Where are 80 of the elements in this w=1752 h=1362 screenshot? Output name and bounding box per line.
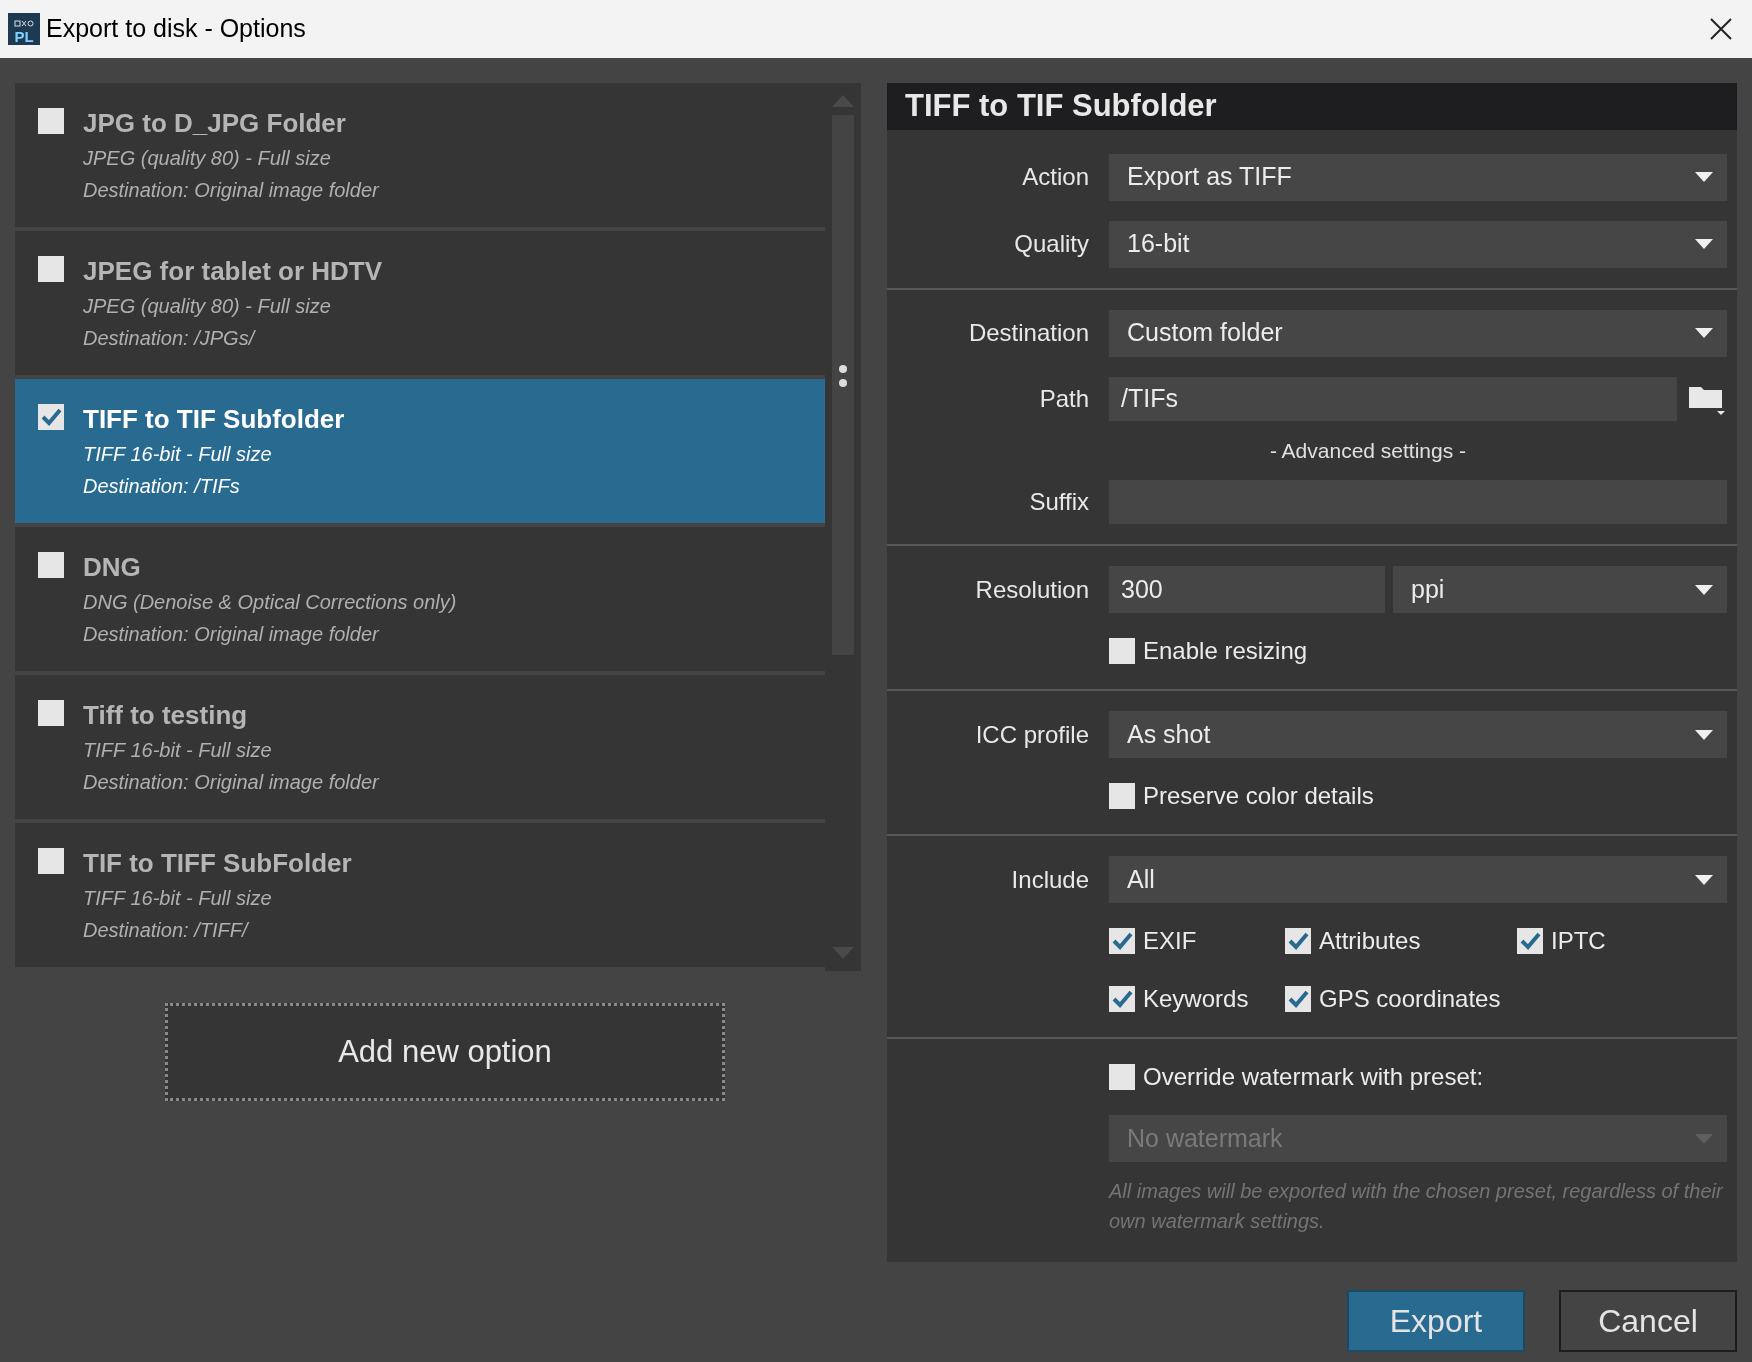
preset-destination: Destination: /JPGs/ bbox=[83, 326, 257, 351]
checkbox[interactable] bbox=[38, 404, 64, 430]
preset-title: JPG to D_JPG Folder bbox=[83, 108, 347, 138]
checkbox[interactable] bbox=[38, 108, 64, 134]
checkbox[interactable] bbox=[38, 848, 64, 874]
scrollbar-thumb[interactable] bbox=[832, 115, 854, 655]
preset-item[interactable]: TIFF to TIF Subfolder TIFF 16-bit - Full size Destination: /TIFs bbox=[15, 379, 825, 523]
preset-format: TIFF 16-bit - Full size bbox=[83, 886, 273, 911]
checkbox-label: Preserve color details bbox=[1143, 781, 1374, 811]
preset-item[interactable]: JPG to D_JPG Folder JPEG (quality 80) - Full size Destination: Original image folder bbox=[15, 83, 825, 227]
preset-title: TIFF to TIF Subfolder bbox=[83, 404, 345, 434]
close-icon bbox=[1710, 18, 1732, 40]
checkbox-label: Override watermark with preset: bbox=[1143, 1062, 1484, 1092]
field-label: Action bbox=[1022, 162, 1089, 192]
preset-title: Tiff to testing bbox=[83, 700, 249, 730]
checkbox[interactable] bbox=[1109, 986, 1135, 1012]
preset-format: TIFF 16-bit - Full size bbox=[83, 442, 273, 467]
field-label: Destination bbox=[968, 318, 1089, 348]
checkbox[interactable] bbox=[1285, 928, 1311, 954]
checkbox[interactable] bbox=[38, 700, 64, 726]
checkbox-label: Attributes bbox=[1319, 926, 1421, 956]
field-label: ICC profile bbox=[975, 719, 1089, 750]
dropdown[interactable]: All bbox=[1109, 856, 1727, 903]
checkbox-label: EXIF bbox=[1143, 926, 1197, 956]
checkbox-label: IPTC bbox=[1551, 926, 1606, 956]
export-button[interactable]: Export bbox=[1347, 1290, 1525, 1352]
checkbox[interactable] bbox=[38, 256, 64, 282]
dropdown[interactable]: Export as TIFF bbox=[1109, 153, 1727, 201]
preset-item[interactable]: Tiff to testing TIFF 16-bit - Full size Destination: Original image folder bbox=[15, 675, 825, 819]
field-label: Include bbox=[1011, 864, 1089, 895]
preset-item[interactable]: TIF to TIFF SubFolder TIFF 16-bit - Full size Destination: /TIFF/ bbox=[15, 823, 825, 967]
field-label: Suffix bbox=[1029, 487, 1089, 517]
preset-destination: Destination: /TIFs bbox=[83, 474, 241, 499]
checkbox[interactable] bbox=[1517, 928, 1543, 954]
caret-icon bbox=[1695, 328, 1713, 338]
preset-format: DNG (Denoise & Optical Corrections only) bbox=[83, 590, 457, 615]
section-caption: - Advanced settings - bbox=[1269, 437, 1467, 464]
checkbox-label: Keywords bbox=[1143, 984, 1249, 1014]
dropdown[interactable]: ppi bbox=[1393, 566, 1727, 613]
resolution-field[interactable]: 300 bbox=[1109, 566, 1385, 613]
checkbox[interactable] bbox=[1109, 1064, 1135, 1090]
add-new-option-button[interactable]: Add new option bbox=[165, 1003, 725, 1101]
checkbox[interactable] bbox=[1285, 986, 1311, 1012]
dropdown[interactable]: As shot bbox=[1109, 711, 1727, 758]
caret-icon bbox=[1695, 172, 1713, 182]
dropdown[interactable]: Custom folder bbox=[1109, 309, 1727, 357]
preset-destination: Destination: Original image folder bbox=[83, 622, 381, 647]
preset-destination: Destination: Original image folder bbox=[83, 178, 379, 203]
app-logo: PL bbox=[8, 13, 40, 45]
preset-format: JPEG (quality 80) - Full size bbox=[83, 146, 332, 171]
panel-header: TIFF to TIF Subfolder bbox=[887, 83, 1737, 130]
preset-format: TIFF 16-bit - Full size bbox=[83, 738, 273, 763]
checkbox-label: GPS coordinates bbox=[1319, 984, 1501, 1014]
preset-item[interactable]: DNG DNG (Denoise & Optical Corrections only) Destination: Original image folder bbox=[15, 527, 825, 671]
field-label: Path bbox=[1039, 383, 1089, 414]
preset-destination: Destination: /TIFF/ bbox=[83, 918, 250, 943]
dropdown[interactable]: 16-bit bbox=[1109, 220, 1727, 268]
window-title: Export to disk - Options bbox=[46, 13, 306, 45]
checkbox[interactable] bbox=[1109, 928, 1135, 954]
caret-icon bbox=[1695, 584, 1713, 595]
hint-text: All images will be exported with the chosen preset, regardless of their own watermark settings. bbox=[1109, 1179, 1725, 1234]
path-field[interactable]: /TIFs bbox=[1109, 376, 1677, 421]
cancel-button[interactable]: Cancel bbox=[1559, 1290, 1737, 1352]
preset-title: JPEG for tablet or HDTV bbox=[83, 256, 383, 286]
caret-icon bbox=[1695, 1133, 1713, 1144]
preset-item[interactable]: JPEG for tablet or HDTV JPEG (quality 80) - Full size Destination: /JPGs/ bbox=[15, 231, 825, 375]
preset-title: DNG bbox=[83, 552, 142, 582]
caret-icon bbox=[1695, 729, 1713, 740]
field-label: Quality bbox=[1014, 229, 1089, 259]
checkbox[interactable] bbox=[1109, 638, 1135, 664]
preset-format: JPEG (quality 80) - Full size bbox=[83, 294, 332, 319]
caret-icon bbox=[1695, 874, 1713, 885]
checkbox-label: Enable resizing bbox=[1143, 636, 1308, 666]
preset-destination: Destination: Original image folder bbox=[83, 770, 379, 795]
checkbox[interactable] bbox=[1109, 783, 1135, 809]
dots-icon[interactable] bbox=[839, 365, 847, 389]
preset-title: TIF to TIFF SubFolder bbox=[83, 848, 352, 878]
field-label: Resolution bbox=[975, 574, 1089, 605]
checkbox[interactable] bbox=[38, 552, 64, 578]
caret-icon bbox=[1695, 239, 1713, 249]
